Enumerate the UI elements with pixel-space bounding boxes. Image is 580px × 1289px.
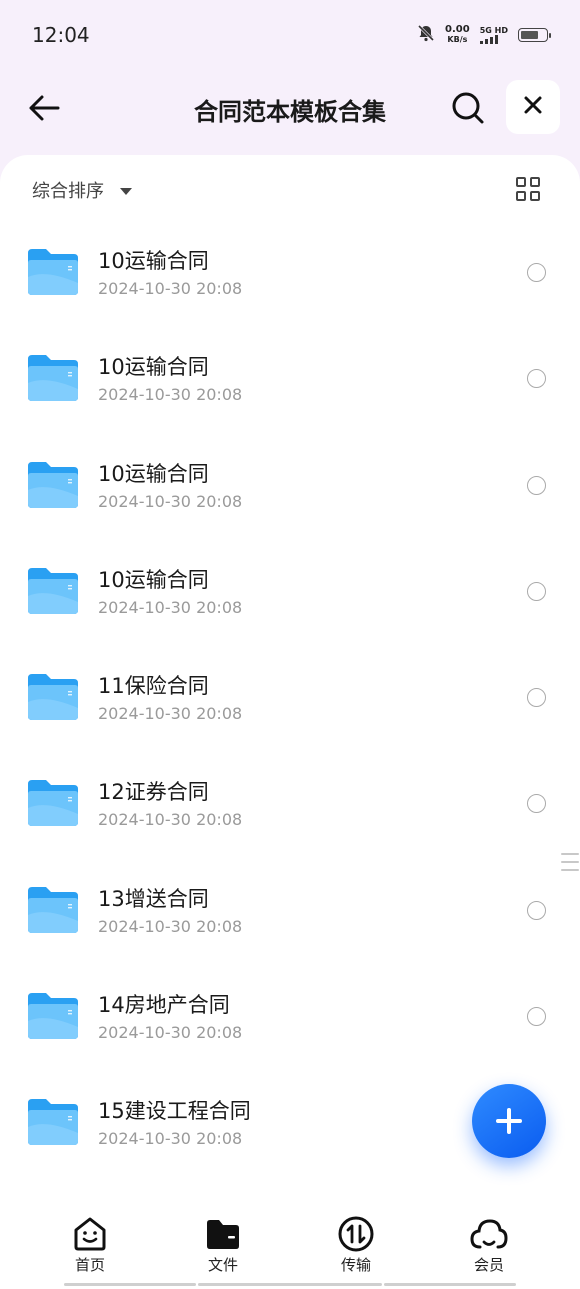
nav-item-home[interactable]: 首页: [30, 1216, 150, 1275]
network-type: 5G HD: [479, 26, 508, 35]
file-date: 2024-10-30 20:08: [98, 916, 243, 936]
cloud-icon: [469, 1216, 509, 1252]
search-button[interactable]: [446, 88, 490, 132]
folder-icon: [26, 885, 80, 935]
select-checkbox[interactable]: [527, 263, 546, 282]
sort-label: 综合排序: [32, 181, 104, 202]
close-icon: [523, 95, 543, 119]
grid-view-button[interactable]: [516, 177, 544, 205]
grid-cell: [530, 177, 540, 187]
file-list: 10运输合同 2024-10-30 20:08 10运输合同 2024-10-30 2…: [0, 219, 580, 1176]
nav-indicator: [384, 1283, 516, 1286]
folder-icon: [26, 353, 80, 403]
file-date: 2024-10-30 20:08: [98, 385, 243, 405]
nav-indicator: [198, 1283, 382, 1286]
signal-icon: 5G HD: [479, 26, 508, 44]
folder-icon: [26, 460, 80, 510]
file-row[interactable]: 14房地产合同 2024-10-30 20:08: [0, 963, 580, 1069]
file-date: 2024-10-30 20:08: [98, 1129, 243, 1149]
select-checkbox[interactable]: [527, 900, 546, 920]
folder-icon: [26, 672, 80, 722]
battery-icon: [518, 28, 551, 42]
file-name: 13增送合同: [98, 886, 209, 911]
status-time: 12:04: [32, 23, 90, 47]
file-row[interactable]: 10运输合同 2024-10-30 20:08: [0, 325, 580, 431]
speed-value: 0.00: [445, 24, 470, 35]
file-row[interactable]: 10运输合同 2024-10-30 20:08: [0, 219, 580, 325]
folder-icon: [26, 1097, 80, 1147]
file-date: 2024-10-30 20:08: [98, 491, 243, 511]
file-row[interactable]: 12证券合同 2024-10-30 20:08: [0, 750, 580, 856]
side-drag-handle[interactable]: [561, 853, 579, 877]
select-checkbox[interactable]: [527, 581, 546, 601]
file-name: 14房地产合同: [98, 993, 230, 1018]
file-name: 10运输合同: [98, 249, 209, 273]
file-date: 2024-10-30 20:08: [98, 279, 243, 298]
bell-muted-icon: [417, 24, 435, 46]
file-name: 15建设工程合同: [98, 1099, 251, 1124]
folder-icon: [26, 566, 80, 616]
folder-icon: [26, 778, 80, 828]
file-name: 12证券合同: [98, 780, 209, 805]
close-button[interactable]: [506, 80, 560, 134]
transfer-icon: [336, 1216, 376, 1252]
sort-dropdown[interactable]: 综合排序: [32, 177, 132, 203]
file-date: 2024-10-30 20:08: [98, 810, 243, 830]
grid-view-icon: [516, 177, 526, 187]
file-date: 2024-10-30 20:08: [98, 597, 243, 617]
select-checkbox[interactable]: [527, 1007, 546, 1027]
speed-unit: KB/s: [447, 35, 468, 44]
add-button[interactable]: [472, 1084, 546, 1158]
nav-label-transfer: 传输: [340, 1256, 371, 1274]
file-row[interactable]: 13增送合同 2024-10-30 20:08: [0, 857, 580, 963]
folder-icon: [26, 247, 80, 297]
folder-icon: [203, 1216, 243, 1252]
header: 合同范本模板合集: [0, 70, 580, 150]
nav-indicator: [64, 1283, 196, 1286]
file-date: 2024-10-30 20:08: [98, 704, 243, 724]
grid-cell: [516, 191, 526, 201]
status-icons: 0.00 KB/s 5G HD: [417, 24, 551, 46]
file-row[interactable]: 10运输合同 2024-10-30 20:08: [0, 538, 580, 644]
file-date: 2024-10-30 20:08: [98, 1023, 243, 1043]
nav-item-transfer[interactable]: 传输: [296, 1216, 416, 1275]
page-title: 合同范本模板合集: [194, 98, 386, 126]
file-row[interactable]: 11保险合同 2024-10-30 20:08: [0, 644, 580, 750]
caret-down-icon: [120, 187, 132, 195]
nav-label-member: 会员: [473, 1256, 504, 1274]
search-icon: [451, 91, 485, 129]
file-name: 10运输合同: [98, 355, 209, 380]
nav-item-files[interactable]: 文件: [163, 1216, 283, 1275]
home-face-icon: [70, 1216, 110, 1252]
plus-icon: [496, 1108, 522, 1134]
file-name: 10运输合同: [98, 567, 209, 592]
select-checkbox[interactable]: [527, 794, 546, 814]
select-checkbox[interactable]: [527, 369, 546, 389]
select-checkbox[interactable]: [527, 688, 546, 708]
network-speed: 0.00 KB/s: [445, 25, 470, 45]
file-name: 10运输合同: [98, 461, 209, 486]
grid-cell: [530, 191, 540, 201]
nav-label-files: 文件: [207, 1256, 238, 1274]
file-name: 11保险合同: [98, 674, 209, 699]
bottom-nav: 首页 文件 传输 会员: [0, 1200, 580, 1289]
select-checkbox[interactable]: [527, 475, 546, 495]
nav-label-home: 首页: [74, 1256, 105, 1274]
file-row[interactable]: 10运输合同 2024-10-30 20:08: [0, 432, 580, 538]
status-bar: 12:04 0.00 KB/s 5G HD: [0, 0, 580, 70]
folder-icon: [26, 991, 80, 1041]
nav-item-member[interactable]: 会员: [429, 1216, 549, 1275]
